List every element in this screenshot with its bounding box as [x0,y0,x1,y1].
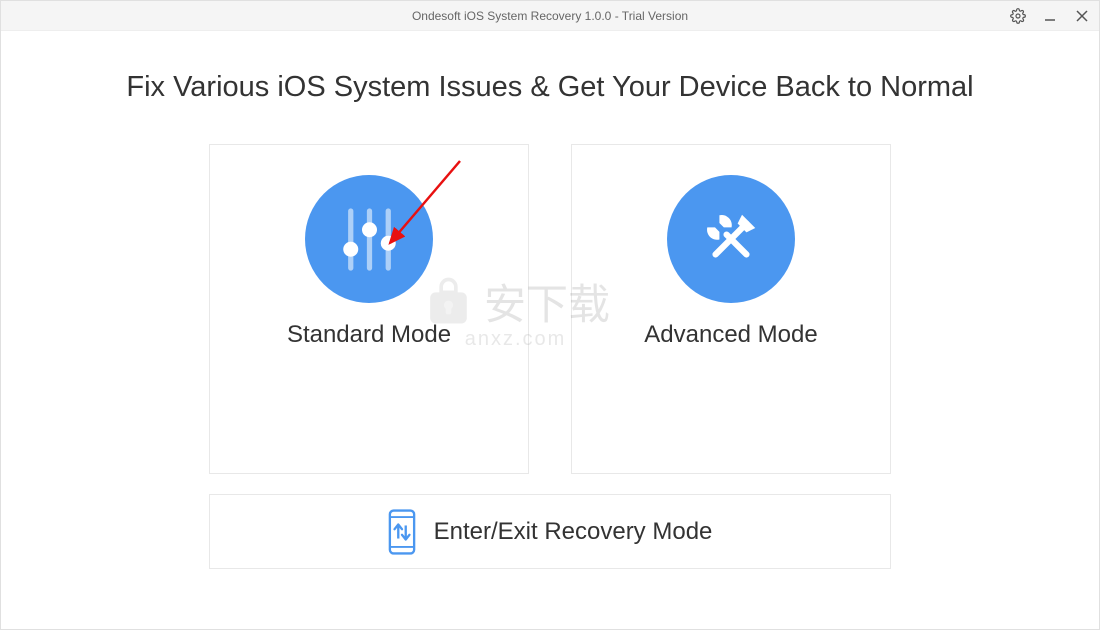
page-title: Fix Various iOS System Issues & Get Your… [61,71,1039,104]
advanced-mode-card[interactable]: Advanced Mode [571,144,891,474]
main-content: Fix Various iOS System Issues & Get Your… [1,31,1099,589]
advanced-mode-icon-bg [667,175,795,303]
minimize-button[interactable] [1041,7,1059,25]
phone-recovery-icon [388,507,416,557]
window-title: Ondesoft iOS System Recovery 1.0.0 - Tri… [412,9,688,23]
sliders-icon [332,202,407,277]
close-icon [1076,10,1088,22]
modes-container: Standard Mode Advanced Mode [61,144,1039,474]
tools-icon [692,200,770,278]
recovery-mode-label: Enter/Exit Recovery Mode [434,518,713,546]
standard-mode-label: Standard Mode [287,321,451,349]
recovery-mode-button[interactable]: Enter/Exit Recovery Mode [209,494,891,569]
close-button[interactable] [1073,7,1091,25]
gear-icon [1010,8,1026,24]
minimize-icon [1044,10,1056,22]
standard-mode-icon-bg [305,175,433,303]
titlebar: Ondesoft iOS System Recovery 1.0.0 - Tri… [1,1,1099,31]
advanced-mode-label: Advanced Mode [644,321,817,349]
settings-button[interactable] [1009,7,1027,25]
titlebar-controls [1009,1,1091,31]
standard-mode-card[interactable]: Standard Mode [209,144,529,474]
